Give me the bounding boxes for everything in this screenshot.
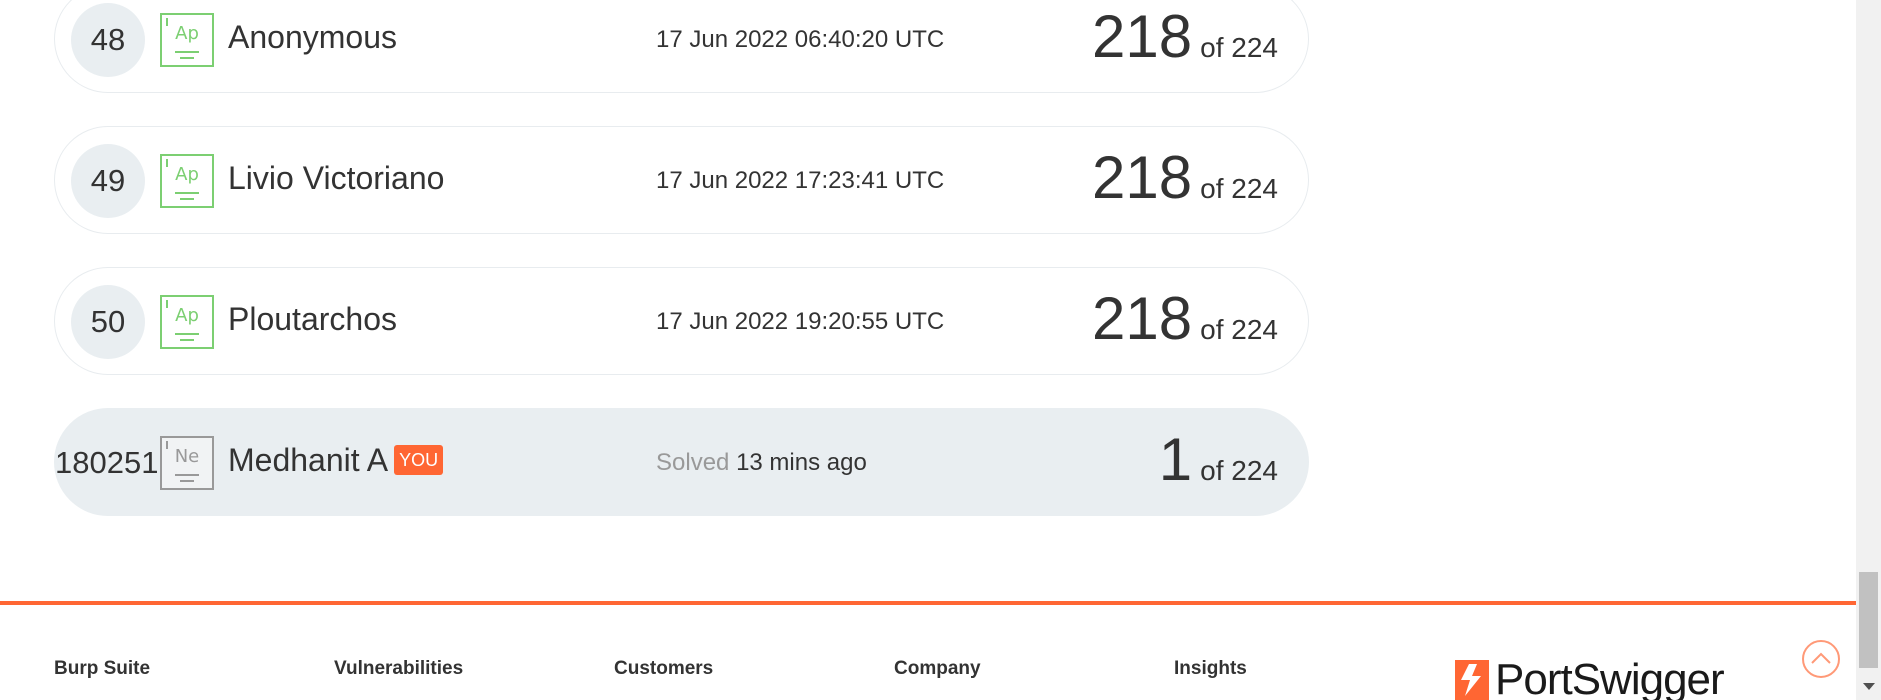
leaderboard-row: 50 Ap Ploutarchos 17 Jun 2022 19:20:55 U… xyxy=(54,267,1309,375)
score-value: 218 xyxy=(1092,144,1193,211)
page-scrollbar[interactable] xyxy=(1856,0,1881,700)
user-name: Ploutarchos xyxy=(228,301,397,337)
score-value: 218 xyxy=(1092,285,1193,352)
scroll-to-top-button[interactable] xyxy=(1802,640,1840,678)
score-value: 218 xyxy=(1092,3,1193,70)
solved-status: Solved 13 mins ago xyxy=(656,449,867,477)
score-total: of 224 xyxy=(1200,173,1278,204)
level-badge-icon: Ap xyxy=(160,13,214,67)
solved-label: Solved xyxy=(656,449,730,476)
footer-link-insights[interactable]: Insights xyxy=(1174,658,1247,680)
level-badge-icon: Ap xyxy=(160,154,214,208)
score: 1 of 224 xyxy=(1159,425,1278,494)
footer-link-company[interactable]: Company xyxy=(894,658,981,680)
footer-link-vulnerabilities[interactable]: Vulnerabilities xyxy=(334,658,463,680)
chevron-up-icon xyxy=(1811,652,1831,664)
score-value: 1 xyxy=(1158,426,1193,493)
user-name: Medhanit A YOU xyxy=(228,442,444,479)
portswigger-logo[interactable]: PortSwigger xyxy=(1455,655,1725,700)
portswigger-logo-icon xyxy=(1455,660,1489,700)
solved-time: 13 mins ago xyxy=(736,449,867,476)
score-total: of 224 xyxy=(1200,314,1278,345)
footer-divider xyxy=(0,601,1856,605)
completion-date: 17 Jun 2022 17:23:41 UTC xyxy=(656,167,945,194)
score: 218 of 224 xyxy=(1092,143,1278,212)
rank-number: 48 xyxy=(71,3,145,77)
footer-link-burp-suite[interactable]: Burp Suite xyxy=(54,658,150,680)
score-total: of 224 xyxy=(1200,455,1278,486)
user-name-text: Medhanit A xyxy=(228,442,389,478)
rank-number: 49 xyxy=(71,144,145,218)
footer-link-customers[interactable]: Customers xyxy=(614,658,713,680)
leaderboard-row: 49 Ap Livio Victoriano 17 Jun 2022 17:23… xyxy=(54,126,1309,234)
current-user-row: 180251 Ne Medhanit A YOU Solved 13 mins a… xyxy=(54,408,1309,516)
rank-number: 180251 xyxy=(55,445,159,480)
level-badge-icon: Ne xyxy=(160,436,214,490)
rank-number: 50 xyxy=(71,285,145,359)
completion-date: 17 Jun 2022 19:20:55 UTC xyxy=(656,308,945,335)
you-badge: YOU xyxy=(394,445,444,475)
level-badge-icon: Ap xyxy=(160,295,214,349)
user-name: Livio Victoriano xyxy=(228,160,445,196)
user-name: Anonymous xyxy=(228,19,397,55)
completion-date: 17 Jun 2022 06:40:20 UTC xyxy=(656,26,945,53)
score-total: of 224 xyxy=(1200,32,1278,63)
scrollbar-thumb[interactable] xyxy=(1859,572,1878,668)
logo-text: PortSwigger xyxy=(1495,655,1725,700)
scroll-down-arrow-icon[interactable] xyxy=(1863,683,1875,690)
score: 218 of 224 xyxy=(1092,2,1278,71)
score: 218 of 224 xyxy=(1092,284,1278,353)
leaderboard-row: 48 Ap Anonymous 17 Jun 2022 06:40:20 UTC… xyxy=(54,0,1309,93)
